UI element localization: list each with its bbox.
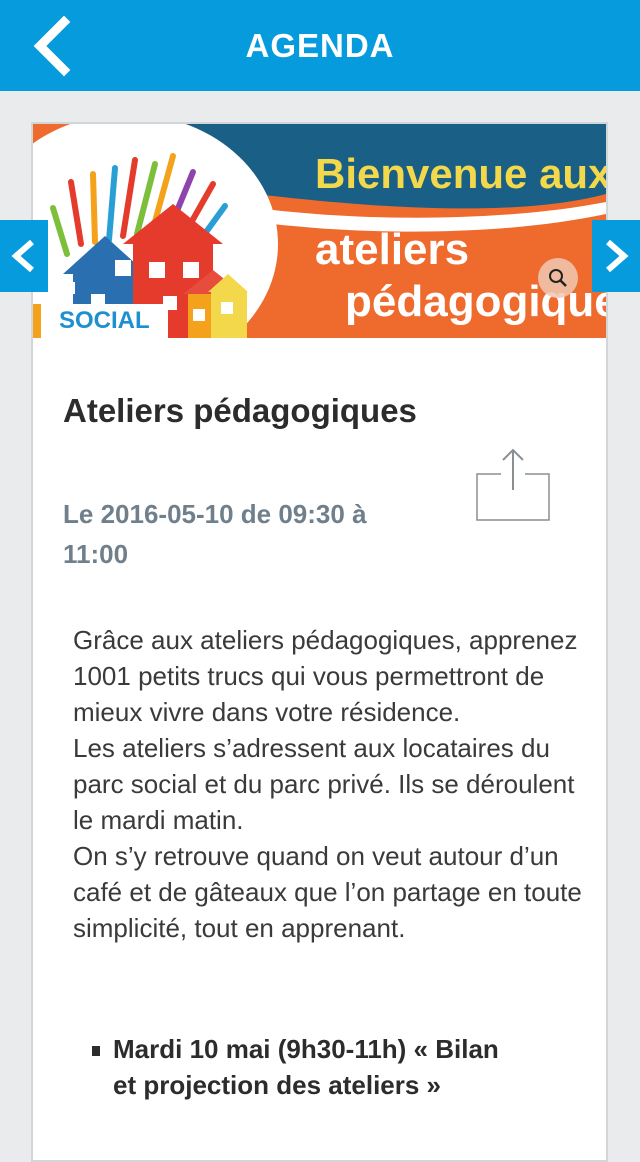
description-paragraph-2: Les ateliers s’adressent aux locataires … (73, 733, 575, 835)
page-title: AGENDA (245, 27, 395, 64)
next-event-button[interactable] (592, 220, 640, 292)
event-description: Grâce aux ateliers pédagogiques, apprene… (73, 622, 593, 946)
event-card: Bienvenue aux ateliers pédagogiques SOCI… (31, 122, 608, 1162)
description-paragraph-1: Grâce aux ateliers pédagogiques, apprene… (73, 625, 578, 727)
top-app-bar: AGENDA (0, 0, 640, 91)
session-list: Mardi 10 mai (9h30-11h) « Bilan et proje… (83, 1031, 513, 1103)
category-badge: SOCIAL (41, 304, 168, 338)
event-date-line-2: 11:00 (63, 539, 129, 569)
previous-event-button[interactable] (0, 220, 48, 292)
event-banner-image[interactable]: Bienvenue aux ateliers pédagogiques SOCI… (33, 124, 606, 338)
chevron-left-icon (33, 15, 71, 77)
share-icon (476, 448, 550, 521)
banner-line-2: ateliers (315, 225, 469, 274)
description-paragraph-3: On s’y retrouve quand on veut autour d’u… (73, 841, 582, 943)
chevron-left-icon (11, 239, 34, 273)
list-item: Mardi 10 mai (9h30-11h) « Bilan et proje… (83, 1031, 513, 1103)
magnifier-icon (549, 269, 567, 287)
back-button[interactable] (22, 14, 82, 78)
bullet-icon (92, 1046, 100, 1056)
event-date: Le 2016-05-10 de 09:30 à 11:00 (63, 494, 423, 574)
banner-line-1: Bienvenue aux (315, 150, 606, 197)
event-title: Ateliers pédagogiques (63, 392, 417, 429)
session-text: Mardi 10 mai (9h30-11h) « Bilan et proje… (113, 1034, 499, 1100)
event-date-line-1: Le 2016-05-10 de 09:30 à (63, 499, 367, 529)
zoom-button[interactable] (538, 258, 578, 298)
share-button[interactable] (473, 446, 551, 524)
chevron-right-icon (606, 239, 629, 273)
